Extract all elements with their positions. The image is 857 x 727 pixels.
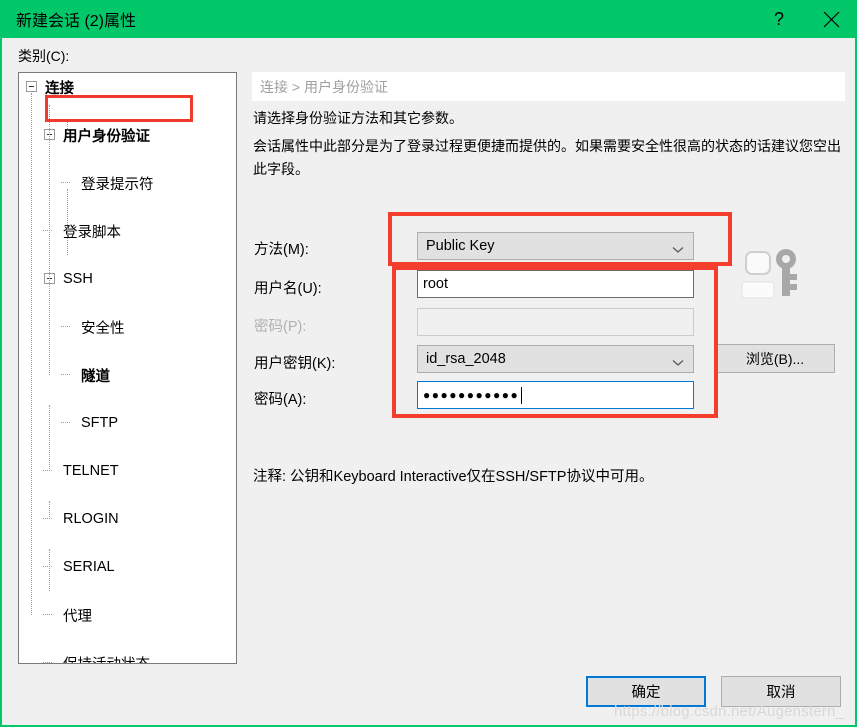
tree-item[interactable]: SFTP — [19, 411, 236, 435]
tree-guide-line — [49, 405, 50, 471]
password-label: 密码(P): — [254, 319, 307, 335]
tree-item[interactable]: 保持活动状态 — [19, 651, 236, 664]
tree-guide-line — [67, 119, 68, 135]
tree-item-label: TELNET — [63, 463, 119, 479]
description-line-1: 请选择身份验证方法和其它参数。 — [253, 110, 463, 126]
passphrase-value: ●●●●●●●●●●● — [423, 388, 520, 402]
tree-item[interactable]: 代理 — [19, 603, 236, 627]
tree-item-label: 登录脚本 — [63, 224, 121, 241]
tree-item-label: 代理 — [63, 608, 92, 625]
tree-item-label: 连接 — [45, 80, 74, 97]
tree-connector — [43, 662, 52, 663]
tree-connector — [61, 422, 70, 423]
passphrase-label: 密码(A): — [254, 392, 307, 408]
user-key-value: id_rsa_2048 — [426, 351, 506, 367]
password-input — [417, 308, 694, 336]
user-key-icon — [740, 248, 802, 300]
tree-item[interactable]: 安全性 — [19, 315, 236, 339]
tree-connector — [61, 326, 70, 327]
chevron-down-icon — [672, 242, 684, 258]
category-tree[interactable]: 连接用户身份验证登录提示符登录脚本 SSH 安全性隧道 SFTP TELNET RLOGI… — [18, 72, 237, 664]
window-title: 新建会话 (2)属性 — [16, 13, 137, 30]
tree-item-label: 安全性 — [81, 320, 125, 337]
question-mark-icon[interactable]: ? — [753, 0, 805, 38]
tree-connector — [43, 566, 52, 567]
tree-item-label: SFTP — [81, 415, 119, 431]
tree-item-label: 隧道 — [81, 368, 110, 385]
tree-item-label: 保持活动状态 — [63, 653, 150, 664]
tree-collapse-icon[interactable] — [26, 81, 37, 92]
method-value: Public Key — [426, 238, 495, 254]
tree-item-label: SSH — [63, 271, 93, 287]
tree-item[interactable]: 隧道 — [19, 363, 236, 387]
tree-item[interactable]: 用户身份验证 — [19, 123, 236, 147]
tree-guide-line — [31, 93, 32, 615]
tree-connector — [43, 614, 52, 615]
tree-connector — [61, 374, 70, 375]
passphrase-input[interactable]: ●●●●●●●●●●● — [417, 381, 694, 409]
tree-item[interactable]: TELNET — [19, 459, 236, 483]
tree-item[interactable]: 登录提示符 — [19, 171, 236, 195]
user-key-select[interactable]: id_rsa_2048 — [417, 345, 694, 373]
description-line-2: 会话属性中此部分是为了登录过程更便捷而提供的。如果需要安全性很高的状态的话建议您… — [253, 138, 841, 177]
breadcrumb: 连接 > 用户身份验证 — [252, 72, 845, 101]
tree-item-label: 登录提示符 — [81, 176, 154, 193]
tree-item[interactable]: 登录脚本 — [19, 219, 236, 243]
method-select[interactable]: Public Key — [417, 232, 694, 260]
window-controls: ? — [753, 0, 857, 38]
tree-guide-line — [49, 501, 50, 519]
chevron-down-icon — [672, 355, 684, 371]
username-label: 用户名(U): — [254, 281, 322, 297]
tree-item[interactable]: SERIAL — [19, 555, 236, 579]
title-bar: 新建会话 (2)属性 ? — [0, 0, 857, 38]
browse-button[interactable]: 浏览(B)... — [715, 344, 835, 373]
tree-item-label: SERIAL — [63, 559, 115, 575]
text-caret — [521, 386, 523, 404]
tree-connector — [43, 518, 52, 519]
tree-connector — [61, 182, 70, 183]
tree-connector — [43, 470, 52, 471]
tree-guide-line — [67, 189, 68, 255]
tree-connector — [43, 230, 52, 231]
tree-item-label: RLOGIN — [63, 511, 119, 527]
tree-guide-line — [49, 549, 50, 591]
tree-guide-line — [49, 105, 50, 375]
tree-item[interactable]: RLOGIN — [19, 507, 236, 531]
user-key-label: 用户密钥(K): — [254, 356, 336, 372]
note-text: 注释: 公钥和Keyboard Interactive仅在SSH/SFTP协议中… — [253, 469, 654, 485]
close-icon[interactable] — [805, 0, 857, 38]
tree-item[interactable]: 连接 — [19, 75, 236, 99]
properties-dialog: 新建会话 (2)属性 ? 类别(C): 连接用户身份验证登录提示符登录脚本 SSH… — [0, 0, 857, 727]
watermark: https://blog.csdn.net/Augenstern_ — [614, 703, 845, 720]
category-label: 类别(C): — [18, 48, 70, 64]
username-value: root — [423, 276, 448, 292]
tree-item[interactable]: SSH — [19, 267, 236, 291]
tree-item-label: 用户身份验证 — [63, 128, 150, 145]
method-label: 方法(M): — [254, 242, 309, 258]
username-input[interactable]: root — [417, 270, 694, 298]
